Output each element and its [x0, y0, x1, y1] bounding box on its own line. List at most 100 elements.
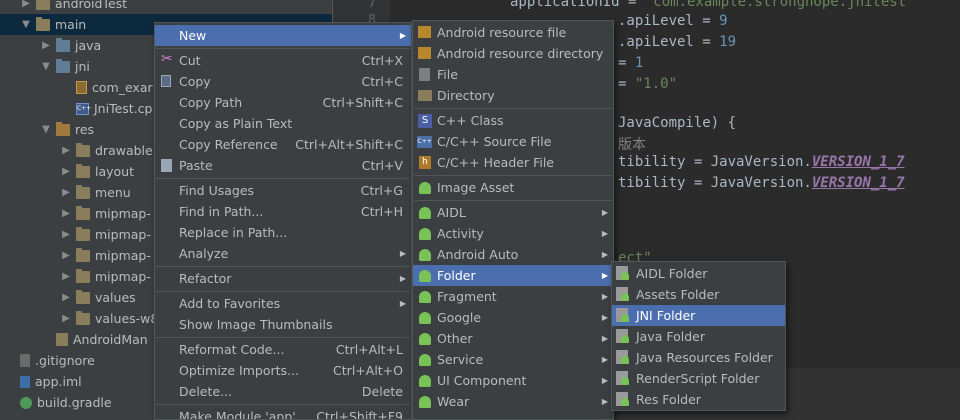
expand-arrow-icon[interactable]: ▶ — [60, 166, 72, 177]
tree-item-label: jni — [75, 59, 90, 74]
expand-arrow-icon[interactable]: ▶ — [20, 0, 32, 9]
expand-arrow-icon[interactable]: ▶ — [60, 145, 72, 156]
folder-icon — [36, 0, 50, 10]
menu-item-other[interactable]: Other ▶ — [413, 328, 613, 349]
menu-item-aidl-folder[interactable]: AIDL Folder — [612, 263, 785, 284]
menu-item-find-in-path[interactable]: Find in Path... Ctrl+H — [155, 201, 411, 222]
menu-item-assets-folder[interactable]: Assets Folder — [612, 284, 785, 305]
expand-arrow-icon[interactable]: ▶ — [40, 40, 52, 51]
android-icon — [419, 354, 431, 366]
submenu-arrow-icon: ▶ — [601, 229, 608, 238]
tree-item-label: mipmap- — [95, 206, 151, 221]
menu-item-res-folder[interactable]: Res Folder — [612, 389, 785, 410]
menu-item-aidl[interactable]: AIDL ▶ — [413, 202, 613, 223]
menu-item-fragment[interactable]: Fragment ▶ — [413, 286, 613, 307]
menu-item-activity[interactable]: Activity ▶ — [413, 223, 613, 244]
folder-icon — [76, 163, 90, 178]
tree-item-label: drawable — [95, 143, 153, 158]
menu-item-java-folder[interactable]: Java Folder — [612, 326, 785, 347]
expand-arrow-icon[interactable]: ▶ — [60, 292, 72, 303]
menu-item-replace-in-path[interactable]: Replace in Path... — [155, 222, 411, 243]
menu-item-jni-folder[interactable]: JNI Folder — [612, 305, 785, 326]
menu-item-ui-component[interactable]: UI Component ▶ — [413, 370, 613, 391]
menu-item-service[interactable]: Service ▶ — [413, 349, 613, 370]
menu-item-optimize-imports[interactable]: Optimize Imports... Ctrl+Alt+O — [155, 360, 411, 381]
folder-icon — [76, 142, 90, 157]
tree-item-label: layout — [95, 164, 135, 179]
menu-item-paste[interactable]: Paste Ctrl+V — [155, 155, 411, 176]
expand-arrow-icon[interactable]: ▶ — [60, 208, 72, 219]
collapse-arrow-icon[interactable]: ▼ — [40, 61, 52, 72]
code-comment: 版本 — [618, 137, 646, 153]
context-menu: New ▶ ✂ Cut Ctrl+X Copy Ctrl+C Copy Path Ctrl… — [154, 22, 412, 420]
code-line: JavaCompile) { — [618, 115, 737, 131]
submenu-arrow-icon: ▶ — [601, 334, 608, 343]
menu-item-copy[interactable]: Copy Ctrl+C — [155, 71, 411, 92]
menu-separator — [414, 108, 612, 109]
expand-arrow-icon[interactable]: ▶ — [60, 313, 72, 324]
collapse-arrow-icon[interactable]: ▼ — [20, 19, 32, 30]
menu-item-android-resource-file[interactable]: Android resource file — [413, 22, 613, 43]
expand-arrow-icon[interactable]: ▶ — [60, 250, 72, 261]
tree-item-label: com_exar — [92, 80, 153, 95]
menu-item-renderscript-folder[interactable]: RenderScript Folder — [612, 368, 785, 389]
menu-item-reformat-code[interactable]: Reformat Code... Ctrl+Alt+L — [155, 339, 411, 360]
tree-item-androidtest[interactable]: ▶ androidTest — [0, 0, 332, 14]
menu-item-copy-reference[interactable]: Copy Reference Ctrl+Alt+Shift+C — [155, 134, 411, 155]
menu-separator — [156, 266, 410, 267]
menu-item-cpp-class[interactable]: S C++ Class — [413, 110, 613, 131]
menu-item-file[interactable]: File — [413, 64, 613, 85]
android-folder-icon — [616, 329, 629, 343]
menu-item-new[interactable]: New ▶ — [155, 25, 411, 46]
iml-file-icon — [20, 375, 30, 388]
menu-item-find-usages[interactable]: Find Usages Ctrl+G — [155, 180, 411, 201]
folder-icon — [36, 16, 50, 31]
submenu-arrow-icon: ▶ — [601, 355, 608, 364]
folder-submenu: AIDL Folder Assets Folder JNI Folder Jav… — [611, 261, 786, 411]
menu-item-cpp-source-file[interactable]: C++ C/C++ Source File — [413, 131, 613, 152]
expand-arrow-icon[interactable]: ▶ — [60, 187, 72, 198]
menu-item-android-auto[interactable]: Android Auto ▶ — [413, 244, 613, 265]
menu-item-copy-plain-text[interactable]: Copy as Plain Text — [155, 113, 411, 134]
code-line: tibility = JavaVersion.VERSION_1_7 — [618, 175, 905, 191]
folder-icon — [76, 205, 90, 220]
menu-item-java-resources-folder[interactable]: Java Resources Folder — [612, 347, 785, 368]
folder-icon — [76, 226, 90, 241]
submenu-arrow-icon: ▶ — [399, 31, 406, 40]
text-file-icon — [20, 354, 30, 367]
menu-item-add-to-favorites[interactable]: Add to Favorites ▶ — [155, 293, 411, 314]
menu-item-copy-path[interactable]: Copy Path Ctrl+Shift+C — [155, 92, 411, 113]
header-file-icon — [76, 81, 87, 94]
android-icon — [419, 207, 431, 219]
menu-item-analyze[interactable]: Analyze ▶ — [155, 243, 411, 264]
code-line: .apiLevel = 19 — [618, 34, 737, 50]
android-icon — [419, 249, 431, 261]
menu-item-make-module[interactable]: Make Module 'app' Ctrl+Shift+F9 — [155, 406, 411, 419]
manifest-file-icon — [56, 333, 68, 346]
menu-item-google[interactable]: Google ▶ — [413, 307, 613, 328]
android-folder-icon — [616, 287, 629, 301]
cpp-file-icon: C++ — [417, 136, 432, 148]
menu-item-cpp-header-file[interactable]: h C/C++ Header File — [413, 152, 613, 173]
menu-separator — [156, 404, 410, 405]
tree-item-label: java — [75, 38, 102, 53]
menu-item-image-asset[interactable]: Image Asset — [413, 177, 613, 198]
expand-arrow-icon[interactable]: ▶ — [60, 271, 72, 282]
menu-item-android-resource-directory[interactable]: Android resource directory — [413, 43, 613, 64]
tree-item-label: mipmap- — [95, 269, 151, 284]
submenu-arrow-icon: ▶ — [399, 299, 406, 308]
menu-item-folder[interactable]: Folder ▶ — [413, 265, 613, 286]
expand-arrow-icon[interactable]: ▶ — [60, 229, 72, 240]
android-folder-icon — [616, 371, 629, 385]
menu-item-show-image-thumbnails[interactable]: Show Image Thumbnails — [155, 314, 411, 335]
android-icon — [419, 182, 431, 194]
collapse-arrow-icon[interactable]: ▼ — [40, 124, 52, 135]
menu-item-cut[interactable]: ✂ Cut Ctrl+X — [155, 50, 411, 71]
menu-item-refactor[interactable]: Refactor ▶ — [155, 268, 411, 289]
menu-item-directory[interactable]: Directory — [413, 85, 613, 106]
menu-item-wear[interactable]: Wear ▶ — [413, 391, 613, 412]
menu-item-delete[interactable]: Delete... Delete — [155, 381, 411, 402]
header-file-icon: h — [419, 156, 431, 169]
android-folder-icon — [616, 350, 629, 364]
android-folder-icon — [616, 392, 629, 406]
